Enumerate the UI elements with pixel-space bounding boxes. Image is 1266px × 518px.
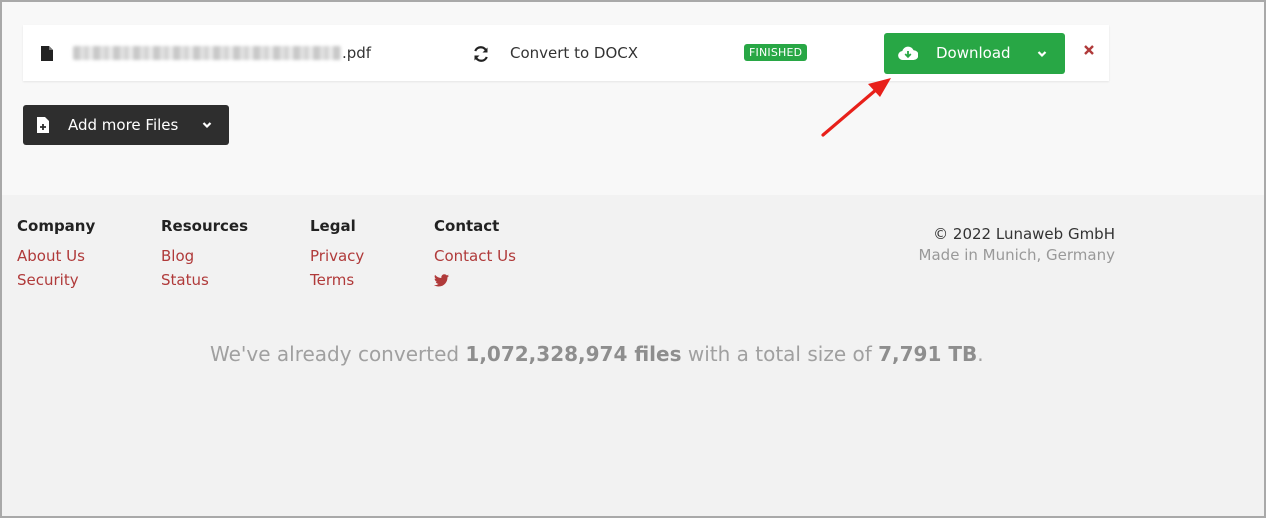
file-name: .pdf xyxy=(73,43,371,63)
copyright-block: © 2022 Lunaweb GmbH Made in Munich, Germ… xyxy=(919,225,1115,264)
twitter-icon[interactable] xyxy=(434,274,449,287)
convert-target-label: Convert to DOCX xyxy=(510,44,639,62)
footer-column-legal: Legal Privacy Terms xyxy=(310,216,364,294)
blurred-file-name xyxy=(73,46,341,60)
stats-files-count: 1,072,328,974 files xyxy=(465,342,682,366)
chevron-down-icon[interactable] xyxy=(201,119,213,131)
footer-column-company: Company About Us Security xyxy=(17,216,95,294)
location-text: Made in Munich, Germany xyxy=(918,246,1115,264)
footer-heading: Resources xyxy=(161,217,249,235)
refresh-icon[interactable] xyxy=(472,45,490,63)
file-icon xyxy=(41,46,53,61)
add-more-files-button[interactable]: Add more Files xyxy=(23,105,229,145)
footer-link-terms[interactable]: Terms xyxy=(310,267,364,294)
file-extension: .pdf xyxy=(342,44,372,62)
footer-column-contact: Contact Contact Us xyxy=(434,216,516,287)
footer-link-contact-us[interactable]: Contact Us xyxy=(434,243,516,270)
footer-heading: Contact xyxy=(434,217,500,235)
stats-suffix: . xyxy=(977,342,984,366)
download-label: Download xyxy=(936,44,1011,62)
cloud-download-icon xyxy=(898,46,918,61)
file-row: .pdf Convert to DOCX FINISHED Download xyxy=(23,25,1109,81)
footer-link-status[interactable]: Status xyxy=(161,267,248,294)
footer-link-privacy[interactable]: Privacy xyxy=(310,243,364,270)
footer-link-blog[interactable]: Blog xyxy=(161,243,248,270)
status-badge: FINISHED xyxy=(744,44,808,61)
add-more-files-label: Add more Files xyxy=(68,116,179,134)
footer-column-resources: Resources Blog Status xyxy=(161,216,248,294)
download-button[interactable]: Download xyxy=(884,33,1065,74)
conversion-stats: We've already converted 1,072,328,974 fi… xyxy=(210,342,984,366)
footer-heading: Company xyxy=(17,217,96,235)
footer-link-about-us[interactable]: About Us xyxy=(17,243,95,270)
file-plus-icon xyxy=(37,117,49,133)
stats-middle: with a total size of xyxy=(681,342,879,366)
copyright-text: © 2022 Lunaweb GmbH xyxy=(933,225,1115,243)
footer-link-security[interactable]: Security xyxy=(17,267,95,294)
close-icon[interactable] xyxy=(1083,44,1095,56)
stats-total-size: 7,791 TB xyxy=(878,342,978,366)
stats-prefix: We've already converted xyxy=(210,342,466,366)
footer-heading: Legal xyxy=(310,217,356,235)
annotation-arrow xyxy=(821,78,891,137)
chevron-down-icon[interactable] xyxy=(1036,48,1048,60)
